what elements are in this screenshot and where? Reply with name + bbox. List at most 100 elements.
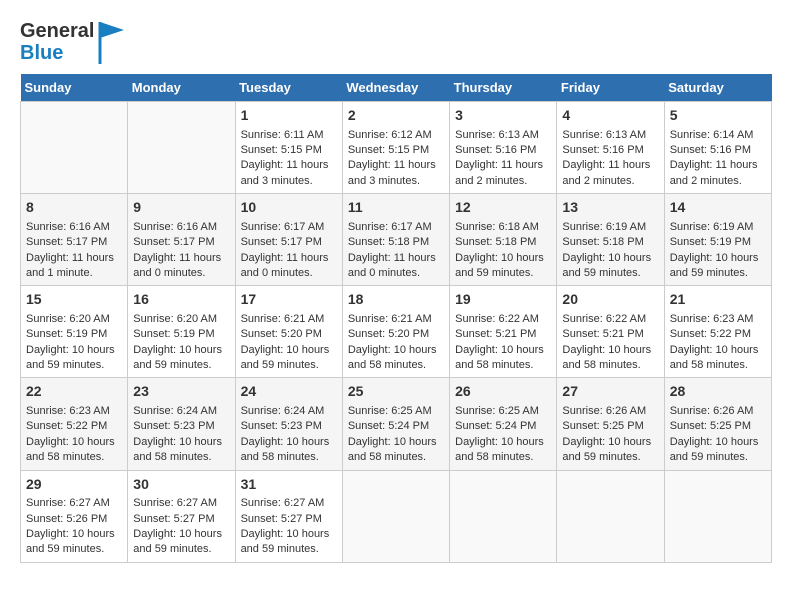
daylight-text: Daylight: 10 hours and 58 minutes.: [348, 344, 437, 371]
day-number: 4: [562, 106, 658, 126]
day-number: 13: [562, 198, 658, 218]
calendar-day-16: 16Sunrise: 6:20 AMSunset: 5:19 PMDayligh…: [128, 286, 235, 378]
sunrise-text: Sunrise: 6:26 AM: [670, 405, 754, 417]
sunset-text: Sunset: 5:20 PM: [348, 328, 429, 340]
day-number: 29: [26, 475, 122, 495]
sunset-text: Sunset: 5:16 PM: [455, 144, 536, 156]
sunrise-text: Sunrise: 6:18 AM: [455, 221, 539, 233]
calendar-day-empty: [450, 470, 557, 562]
calendar-day-8: 8Sunrise: 6:16 AMSunset: 5:17 PMDaylight…: [21, 194, 128, 286]
sunrise-text: Sunrise: 6:16 AM: [26, 221, 110, 233]
sunrise-text: Sunrise: 6:25 AM: [455, 405, 539, 417]
calendar-day-12: 12Sunrise: 6:18 AMSunset: 5:18 PMDayligh…: [450, 194, 557, 286]
sunset-text: Sunset: 5:18 PM: [348, 236, 429, 248]
sunset-text: Sunset: 5:19 PM: [26, 328, 107, 340]
sunrise-text: Sunrise: 6:17 AM: [241, 221, 325, 233]
weekday-header-friday: Friday: [557, 74, 664, 102]
daylight-text: Daylight: 11 hours and 2 minutes.: [562, 159, 650, 186]
calendar-day-2: 2Sunrise: 6:12 AMSunset: 5:15 PMDaylight…: [342, 102, 449, 194]
calendar-day-1: 1Sunrise: 6:11 AMSunset: 5:15 PMDaylight…: [235, 102, 342, 194]
sunset-text: Sunset: 5:20 PM: [241, 328, 322, 340]
daylight-text: Daylight: 10 hours and 59 minutes.: [133, 344, 222, 371]
sunset-text: Sunset: 5:25 PM: [670, 420, 751, 432]
calendar-day-11: 11Sunrise: 6:17 AMSunset: 5:18 PMDayligh…: [342, 194, 449, 286]
calendar-day-4: 4Sunrise: 6:13 AMSunset: 5:16 PMDaylight…: [557, 102, 664, 194]
sunset-text: Sunset: 5:27 PM: [241, 513, 322, 525]
sunset-text: Sunset: 5:21 PM: [455, 328, 536, 340]
day-number: 14: [670, 198, 766, 218]
calendar-day-28: 28Sunrise: 6:26 AMSunset: 5:25 PMDayligh…: [664, 378, 771, 470]
sunrise-text: Sunrise: 6:13 AM: [562, 129, 646, 141]
calendar-day-13: 13Sunrise: 6:19 AMSunset: 5:18 PMDayligh…: [557, 194, 664, 286]
sunset-text: Sunset: 5:19 PM: [670, 236, 751, 248]
sunset-text: Sunset: 5:15 PM: [348, 144, 429, 156]
calendar-day-23: 23Sunrise: 6:24 AMSunset: 5:23 PMDayligh…: [128, 378, 235, 470]
daylight-text: Daylight: 10 hours and 59 minutes.: [455, 252, 544, 279]
sunrise-text: Sunrise: 6:21 AM: [348, 313, 432, 325]
daylight-text: Daylight: 10 hours and 58 minutes.: [26, 436, 115, 463]
calendar-week-4: 29Sunrise: 6:27 AMSunset: 5:26 PMDayligh…: [21, 470, 772, 562]
calendar-day-21: 21Sunrise: 6:23 AMSunset: 5:22 PMDayligh…: [664, 286, 771, 378]
calendar-day-empty: [21, 102, 128, 194]
daylight-text: Daylight: 11 hours and 2 minutes.: [670, 159, 758, 186]
sunrise-text: Sunrise: 6:24 AM: [133, 405, 217, 417]
day-number: 21: [670, 290, 766, 310]
calendar-day-24: 24Sunrise: 6:24 AMSunset: 5:23 PMDayligh…: [235, 378, 342, 470]
daylight-text: Daylight: 11 hours and 0 minutes.: [241, 252, 329, 279]
weekday-header-row: SundayMondayTuesdayWednesdayThursdayFrid…: [21, 74, 772, 102]
calendar-day-30: 30Sunrise: 6:27 AMSunset: 5:27 PMDayligh…: [128, 470, 235, 562]
sunset-text: Sunset: 5:17 PM: [241, 236, 322, 248]
sunset-text: Sunset: 5:22 PM: [26, 420, 107, 432]
daylight-text: Daylight: 10 hours and 59 minutes.: [670, 252, 759, 279]
calendar-day-9: 9Sunrise: 6:16 AMSunset: 5:17 PMDaylight…: [128, 194, 235, 286]
sunrise-text: Sunrise: 6:22 AM: [562, 313, 646, 325]
logo-general-text: General: [20, 20, 94, 42]
sunrise-text: Sunrise: 6:17 AM: [348, 221, 432, 233]
calendar-day-3: 3Sunrise: 6:13 AMSunset: 5:16 PMDaylight…: [450, 102, 557, 194]
day-number: 31: [241, 475, 337, 495]
calendar-day-20: 20Sunrise: 6:22 AMSunset: 5:21 PMDayligh…: [557, 286, 664, 378]
day-number: 3: [455, 106, 551, 126]
sunrise-text: Sunrise: 6:22 AM: [455, 313, 539, 325]
daylight-text: Daylight: 10 hours and 58 minutes.: [348, 436, 437, 463]
calendar-table: SundayMondayTuesdayWednesdayThursdayFrid…: [20, 74, 772, 563]
sunrise-text: Sunrise: 6:24 AM: [241, 405, 325, 417]
sunset-text: Sunset: 5:17 PM: [133, 236, 214, 248]
daylight-text: Daylight: 10 hours and 58 minutes.: [455, 436, 544, 463]
daylight-text: Daylight: 10 hours and 59 minutes.: [562, 436, 651, 463]
day-number: 18: [348, 290, 444, 310]
sunset-text: Sunset: 5:19 PM: [133, 328, 214, 340]
daylight-text: Daylight: 10 hours and 58 minutes.: [670, 344, 759, 371]
sunrise-text: Sunrise: 6:27 AM: [26, 497, 110, 509]
day-number: 5: [670, 106, 766, 126]
calendar-day-29: 29Sunrise: 6:27 AMSunset: 5:26 PMDayligh…: [21, 470, 128, 562]
sunrise-text: Sunrise: 6:12 AM: [348, 129, 432, 141]
calendar-day-22: 22Sunrise: 6:23 AMSunset: 5:22 PMDayligh…: [21, 378, 128, 470]
daylight-text: Daylight: 11 hours and 3 minutes.: [241, 159, 329, 186]
logo-blue-text: Blue: [20, 42, 94, 64]
sunrise-text: Sunrise: 6:27 AM: [241, 497, 325, 509]
day-number: 17: [241, 290, 337, 310]
calendar-day-empty: [128, 102, 235, 194]
daylight-text: Daylight: 10 hours and 58 minutes.: [133, 436, 222, 463]
sunrise-text: Sunrise: 6:23 AM: [26, 405, 110, 417]
sunrise-text: Sunrise: 6:23 AM: [670, 313, 754, 325]
day-number: 24: [241, 382, 337, 402]
day-number: 27: [562, 382, 658, 402]
calendar-day-empty: [664, 470, 771, 562]
day-number: 11: [348, 198, 444, 218]
sunrise-text: Sunrise: 6:20 AM: [133, 313, 217, 325]
calendar-week-0: 1Sunrise: 6:11 AMSunset: 5:15 PMDaylight…: [21, 102, 772, 194]
calendar-week-3: 22Sunrise: 6:23 AMSunset: 5:22 PMDayligh…: [21, 378, 772, 470]
sunset-text: Sunset: 5:21 PM: [562, 328, 643, 340]
sunset-text: Sunset: 5:18 PM: [455, 236, 536, 248]
logo-flag-icon: [96, 20, 126, 64]
calendar-day-17: 17Sunrise: 6:21 AMSunset: 5:20 PMDayligh…: [235, 286, 342, 378]
sunset-text: Sunset: 5:17 PM: [26, 236, 107, 248]
daylight-text: Daylight: 10 hours and 59 minutes.: [133, 528, 222, 555]
day-number: 30: [133, 475, 229, 495]
daylight-text: Daylight: 10 hours and 59 minutes.: [26, 528, 115, 555]
daylight-text: Daylight: 10 hours and 59 minutes.: [26, 344, 115, 371]
sunset-text: Sunset: 5:18 PM: [562, 236, 643, 248]
day-number: 23: [133, 382, 229, 402]
